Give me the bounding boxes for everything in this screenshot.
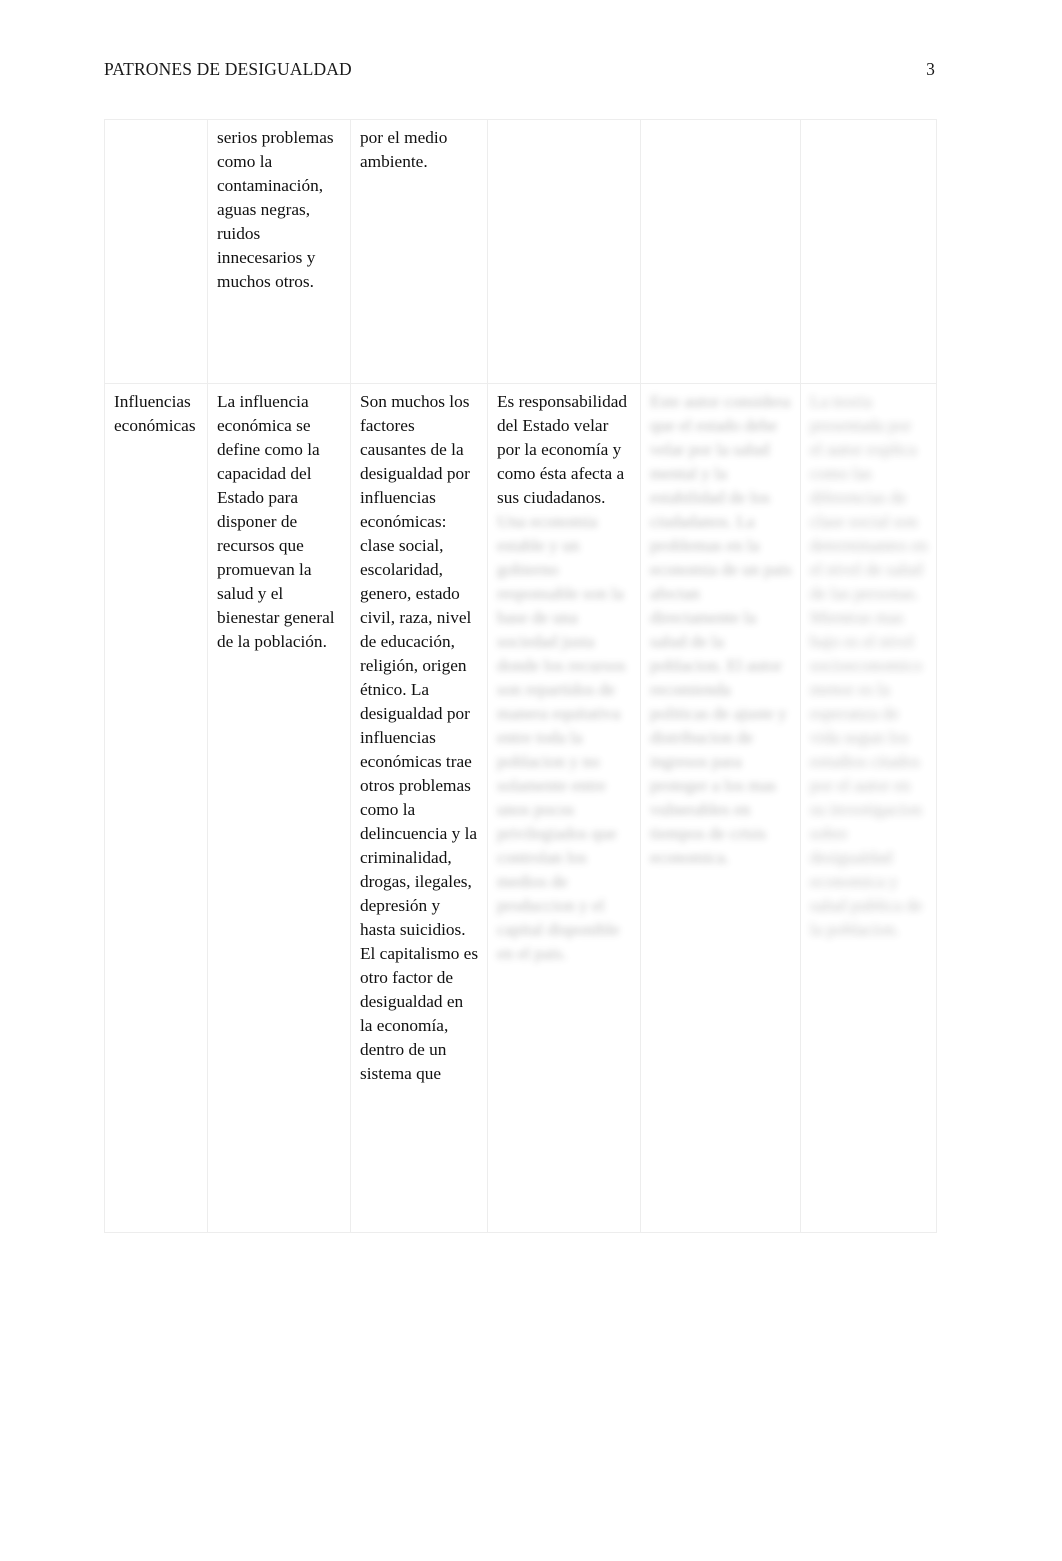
table-cell-r2c3: Son muchos los factores causantes de la … (350, 383, 488, 1233)
cell-text-r2c3: Son muchos los factores causantes de la … (360, 392, 483, 1083)
table-cell-r1c3: por el medio ambiente. (350, 119, 488, 384)
table-cell-r2c2: La influencia económica se define como l… (207, 383, 351, 1233)
redacted-text-r2c5: Este autor considera que el estado debe … (650, 392, 796, 867)
cell-text-r1c2: serios problemas como la contaminación, … (217, 128, 338, 291)
table-cell-r1c1 (104, 119, 208, 384)
page-title: PATRONES DE DESIGUALDAD (104, 59, 352, 79)
cell-text-r2c1: Influencias económicas (114, 392, 196, 435)
table-row: serios problemas como la contaminación, … (104, 119, 937, 384)
redacted-text-r2c6: La teoria presentada por el autor explic… (810, 392, 932, 939)
table-cell-r2c5: Este autor considera que el estado debe … (640, 383, 801, 1233)
table-cell-r1c5 (640, 119, 801, 384)
table-row: Influencias económicas La influencia eco… (104, 383, 937, 1233)
table-cell-r1c2: serios problemas como la contaminación, … (207, 119, 351, 384)
table-cell-r2c4: Es responsabilidad del Estado velar por … (487, 383, 641, 1233)
table-cell-r2c1: Influencias económicas (104, 383, 208, 1233)
cell-text-r2c2: La influencia económica se define como l… (217, 392, 335, 651)
page-number: 3 (926, 59, 935, 79)
cell-text-r2c4: Es responsabilidad del Estado velar por … (497, 392, 632, 507)
table-cell-r1c6 (800, 119, 937, 384)
cell-text-r1c3: por el medio ambiente. (360, 128, 452, 171)
table-cell-r1c4 (487, 119, 641, 384)
table-cell-r2c6: La teoria presentada por el autor explic… (800, 383, 937, 1233)
page-running-header: PATRONES DE DESIGUALDAD 3 (104, 57, 935, 81)
redacted-text-r2c4: Una economia estable y un gobierno respo… (497, 512, 630, 963)
comparison-table: serios problemas como la contaminación, … (104, 119, 937, 1233)
